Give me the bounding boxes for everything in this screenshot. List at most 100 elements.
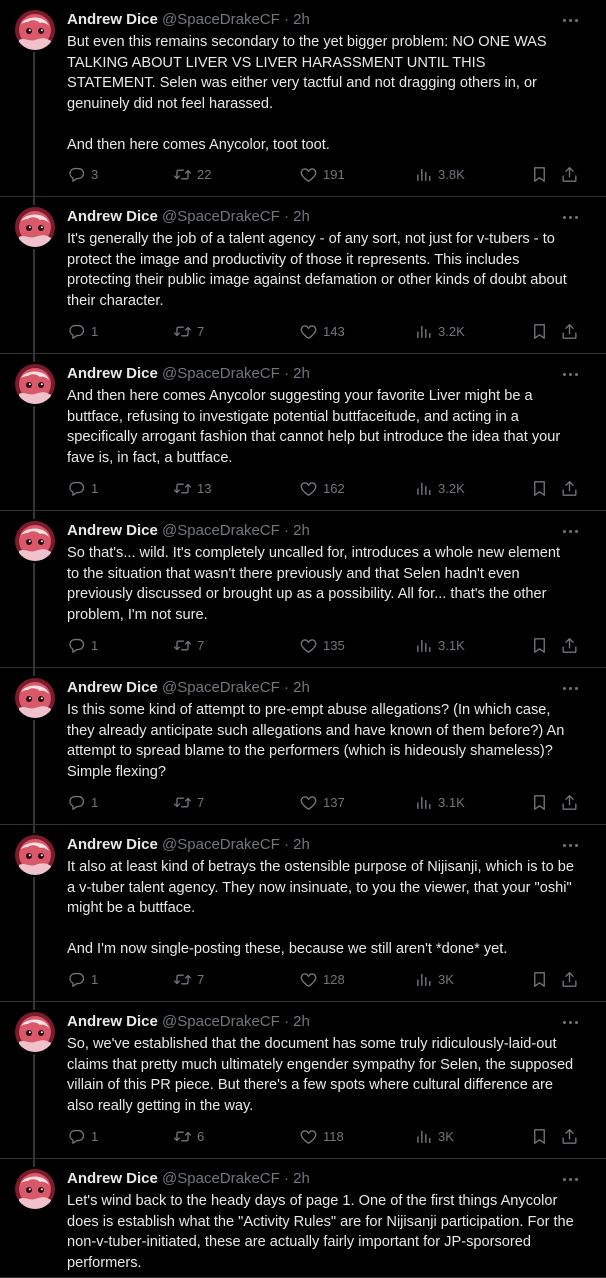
avatar[interactable] [15,1012,55,1052]
avatar[interactable] [15,364,55,404]
share-button[interactable] [560,164,579,184]
avatar[interactable] [15,1169,55,1209]
reply-button[interactable]: 1 [67,635,98,655]
reply-button[interactable]: 1 [67,321,98,341]
more-icon[interactable] [563,211,579,223]
bookmark-button[interactable] [530,321,549,341]
thread-line [33,668,35,676]
views-button[interactable]: 3.1K [414,635,465,655]
tweet[interactable]: Andrew Dice @SpaceDrakeCF · 2h Let's wind… [0,1159,606,1278]
timestamp[interactable]: 2h [293,522,310,539]
retweet-button[interactable]: 7 [173,969,204,989]
timestamp[interactable]: 2h [293,1170,310,1187]
author-name[interactable]: Andrew Dice [67,1013,158,1030]
bookmark-button[interactable] [530,1126,549,1146]
reply-button[interactable]: 3 [67,164,98,184]
tweet[interactable]: Andrew Dice @SpaceDrakeCF · 2h So that's.… [0,511,606,668]
author-handle[interactable]: @SpaceDrakeCF [162,522,280,539]
views-button[interactable]: 3.2K [414,478,465,498]
views-button[interactable]: 3.8K [414,164,465,184]
like-button[interactable]: 135 [299,635,345,655]
thread-line [33,52,35,197]
more-icon[interactable] [563,368,579,380]
share-button[interactable] [560,1126,579,1146]
like-button[interactable]: 128 [299,969,345,989]
tweet[interactable]: Andrew Dice @SpaceDrakeCF · 2h Is this so… [0,668,606,825]
author-handle[interactable]: @SpaceDrakeCF [162,836,280,853]
retweets-count: 22 [197,166,212,182]
author-handle[interactable]: @SpaceDrakeCF [162,11,280,28]
author-name[interactable]: Andrew Dice [67,836,158,853]
retweet-button[interactable]: 22 [173,164,211,184]
author-handle[interactable]: @SpaceDrakeCF [162,679,280,696]
bookmark-button[interactable] [530,164,549,184]
timestamp[interactable]: 2h [293,836,310,853]
bookmark-icon [530,970,549,989]
separator: · [283,365,289,382]
retweet-button[interactable]: 7 [173,321,204,341]
share-button[interactable] [560,478,579,498]
more-icon[interactable] [563,525,579,537]
author-handle[interactable]: @SpaceDrakeCF [162,1170,280,1187]
tweet[interactable]: Andrew Dice @SpaceDrakeCF · 2h It also at… [0,825,606,1002]
avatar[interactable] [15,521,55,561]
author-handle[interactable]: @SpaceDrakeCF [162,208,280,225]
more-icon[interactable] [563,839,579,851]
retweet-button[interactable]: 13 [173,478,211,498]
reply-button[interactable]: 1 [67,478,98,498]
thread-line [33,877,35,1002]
timestamp[interactable]: 2h [293,365,310,382]
timestamp[interactable]: 2h [293,679,310,696]
share-button[interactable] [560,635,579,655]
tweet[interactable]: Andrew Dice @SpaceDrakeCF · 2h And then h… [0,354,606,511]
reply-button[interactable]: 1 [67,969,98,989]
avatar[interactable] [15,207,55,247]
share-button[interactable] [560,792,579,812]
tweet[interactable]: Andrew Dice @SpaceDrakeCF · 2h So, we've … [0,1002,606,1159]
more-icon[interactable] [563,1173,579,1185]
like-button[interactable]: 137 [299,792,345,812]
views-button[interactable]: 3.1K [414,792,465,812]
timestamp[interactable]: 2h [293,11,310,28]
views-button[interactable]: 3K [414,1126,454,1146]
timestamp[interactable]: 2h [293,208,310,225]
views-button[interactable]: 3.2K [414,321,465,341]
retweet-button[interactable]: 7 [173,792,204,812]
author-handle[interactable]: @SpaceDrakeCF [162,365,280,382]
retweet-button[interactable]: 6 [173,1126,204,1146]
author-name[interactable]: Andrew Dice [67,1170,158,1187]
avatar[interactable] [15,678,55,718]
author-name[interactable]: Andrew Dice [67,11,158,28]
more-icon[interactable] [563,682,579,694]
avatar[interactable] [15,835,55,875]
thread-line [33,1054,35,1159]
bookmark-button[interactable] [530,969,549,989]
thread-line [33,720,35,825]
author-name[interactable]: Andrew Dice [67,208,158,225]
avatar[interactable] [15,10,55,50]
author-name[interactable]: Andrew Dice [67,522,158,539]
reply-button[interactable]: 1 [67,1126,98,1146]
author-name[interactable]: Andrew Dice [67,679,158,696]
like-button[interactable]: 191 [299,164,345,184]
views-button[interactable]: 3K [414,969,454,989]
like-button[interactable]: 162 [299,478,345,498]
timestamp[interactable]: 2h [293,1013,310,1030]
retweet-button[interactable]: 7 [173,635,204,655]
tweet-text: Is this some kind of attempt to pre-empt… [67,700,575,782]
like-button[interactable]: 118 [299,1126,344,1146]
more-icon[interactable] [563,14,579,26]
author-name[interactable]: Andrew Dice [67,365,158,382]
more-icon[interactable] [563,1016,579,1028]
bookmark-button[interactable] [530,792,549,812]
tweet[interactable]: Andrew Dice @SpaceDrakeCF · 2h But even t… [0,0,606,197]
bookmark-button[interactable] [530,478,549,498]
like-button[interactable]: 143 [299,321,345,341]
author-handle[interactable]: @SpaceDrakeCF [162,1013,280,1030]
bookmark-button[interactable] [530,635,549,655]
share-icon [560,1127,579,1146]
tweet[interactable]: Andrew Dice @SpaceDrakeCF · 2h It's gener… [0,197,606,354]
share-button[interactable] [560,969,579,989]
reply-button[interactable]: 1 [67,792,98,812]
share-button[interactable] [560,321,579,341]
